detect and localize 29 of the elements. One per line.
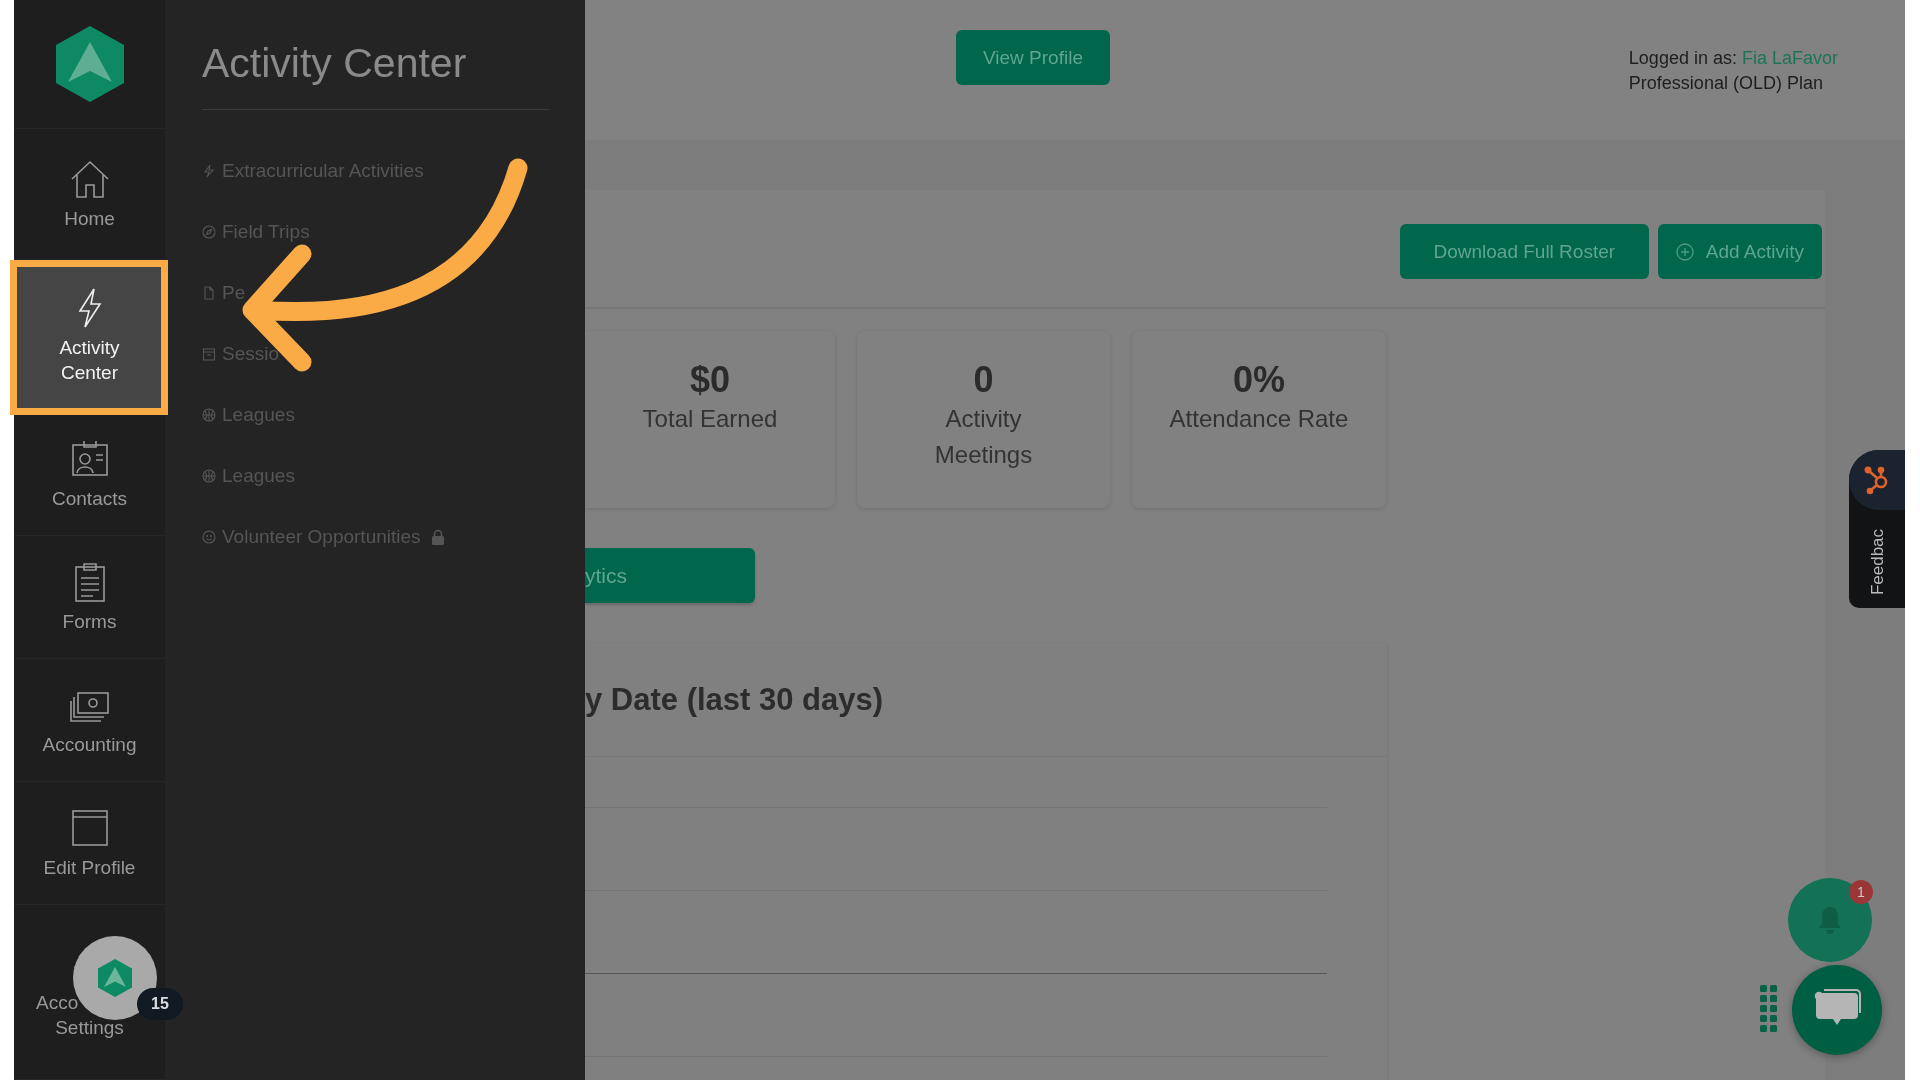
sprocket-icon bbox=[1849, 450, 1905, 510]
notification-badge: 1 bbox=[1849, 880, 1873, 904]
view-profile-button[interactable]: View Profile bbox=[956, 30, 1110, 85]
stat-value: 0 bbox=[973, 359, 994, 401]
calendar-icon bbox=[202, 346, 216, 361]
globe-icon bbox=[202, 468, 216, 483]
plan-label: Professional (OLD) Plan bbox=[1628, 72, 1824, 96]
stat-label: Activity Meetings bbox=[933, 404, 1034, 470]
stat-value: $0 bbox=[689, 359, 730, 401]
logged-in-label: Logged in as: bbox=[1628, 48, 1737, 68]
plus-circle-icon bbox=[1675, 242, 1694, 261]
stat-value: 0% bbox=[1233, 359, 1285, 401]
bolt-icon bbox=[202, 163, 216, 178]
download-roster-button[interactable]: Download Full Roster bbox=[1399, 224, 1649, 279]
panel-title: Activity Center bbox=[202, 40, 549, 110]
compass-icon bbox=[202, 224, 216, 239]
analytics-button[interactable]: ytics bbox=[585, 548, 755, 603]
logo-icon bbox=[95, 958, 135, 998]
add-activity-button[interactable]: Add Activity bbox=[1657, 224, 1822, 279]
globe-icon bbox=[202, 407, 216, 422]
stat-label: Attendance Rate bbox=[1169, 404, 1349, 434]
chart-title: y Date (last 30 days) bbox=[585, 681, 884, 718]
grid-dots-icon[interactable] bbox=[1760, 985, 1778, 1033]
file-icon bbox=[202, 285, 216, 300]
chat-button[interactable] bbox=[1792, 965, 1882, 1055]
feedback-tab[interactable]: Feedbac bbox=[1849, 450, 1905, 608]
user-link[interactable]: Fia LaFavor bbox=[1741, 48, 1838, 68]
smile-icon bbox=[202, 529, 216, 544]
stat-label: Total Earned bbox=[642, 404, 778, 434]
